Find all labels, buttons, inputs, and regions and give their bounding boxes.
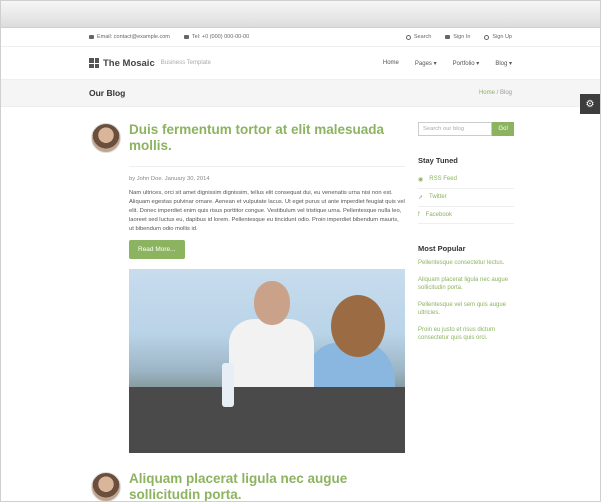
popular-posts-list: Pellentesque consectetur lectus. Aliquam… xyxy=(418,259,514,343)
photo-man-head xyxy=(254,281,290,325)
breadcrumb-home[interactable]: Home xyxy=(479,90,495,96)
search-icon xyxy=(405,34,411,40)
page-title-bar: Our Blog Home / Blog xyxy=(1,80,600,107)
popular-post-link[interactable]: Pellentesque consectetur lectus. xyxy=(418,259,514,268)
signin-link[interactable]: Sign In xyxy=(445,34,470,40)
email-text: Email: contact@example.com xyxy=(97,34,170,40)
browser-chrome xyxy=(1,1,600,28)
photo-woman-head xyxy=(331,295,385,357)
read-more-button[interactable]: Read More... xyxy=(129,240,185,259)
envelope-icon xyxy=(89,35,94,39)
nav-menu: Home Pages ▾ Portfolio ▾ Blog ▾ xyxy=(383,60,512,67)
blog-post: Duis fermentum tortor at elit malesuada … xyxy=(89,122,405,453)
search-link[interactable]: Search xyxy=(405,34,432,40)
post-excerpt: Nam ultrices, orci sit amet dignissim di… xyxy=(129,190,405,232)
signup-label: Sign Up xyxy=(492,34,512,40)
main-navbar: The Mosaic Business Template Home Pages … xyxy=(1,47,600,80)
rss-link[interactable]: ◉ RSS Feed xyxy=(418,171,514,189)
nav-pages[interactable]: Pages ▾ xyxy=(415,60,437,67)
brand-name: The Mosaic xyxy=(103,57,155,69)
popular-post-link[interactable]: Aliquam placerat ligula nec augue sollic… xyxy=(418,276,514,293)
search-input[interactable]: Search our blog xyxy=(418,122,493,136)
blog-search: Search our blog Go! xyxy=(418,122,514,136)
nav-blog[interactable]: Blog ▾ xyxy=(495,60,512,67)
phone-contact: Tel: +0 (000) 000-00-00 xyxy=(183,34,250,40)
twitter-icon: ➚ xyxy=(418,195,424,201)
browser-frame: Email: contact@example.com Tel: +0 (000)… xyxy=(0,0,601,502)
photo-table xyxy=(129,387,405,453)
blog-post: Aliquam placerat ligula nec augue sollic… xyxy=(89,471,405,501)
twitter-label: Twitter xyxy=(429,194,447,200)
post-title[interactable]: Duis fermentum tortor at elit malesuada … xyxy=(129,122,405,154)
search-label: Search xyxy=(413,34,432,40)
popular-post-link[interactable]: Pellentesque vel sem quis augue ultricie… xyxy=(418,301,514,318)
user-icon xyxy=(484,34,490,40)
brand-tagline: Business Template xyxy=(160,60,211,66)
facebook-link[interactable]: f Facebook xyxy=(418,207,514,224)
tel-text: Tel: +0 (000) 000-00-00 xyxy=(191,34,250,40)
signup-link[interactable]: Sign Up xyxy=(484,34,512,40)
email-contact[interactable]: Email: contact@example.com xyxy=(89,34,170,40)
breadcrumb: Home / Blog xyxy=(479,90,512,96)
phone-icon xyxy=(183,35,189,39)
breadcrumb-separator: / xyxy=(496,90,499,96)
signin-icon xyxy=(445,35,451,39)
page-title: Our Blog xyxy=(89,88,126,98)
brand-logo[interactable]: The Mosaic Business Template xyxy=(89,58,211,69)
photo-bottle xyxy=(222,363,234,407)
post-meta: by John Doe. January 30, 2014 xyxy=(129,166,405,182)
post-image xyxy=(129,269,405,453)
author-avatar xyxy=(91,123,121,153)
top-contact-bar: Email: contact@example.com Tel: +0 (000)… xyxy=(1,28,600,47)
blog-sidebar: Search our blog Go! Stay Tuned ◉ RSS Feed… xyxy=(418,122,514,351)
breadcrumb-current: Blog xyxy=(499,90,512,96)
rss-label: RSS Feed xyxy=(429,176,457,182)
nav-portfolio[interactable]: Portfolio ▾ xyxy=(453,60,480,67)
popular-post-link[interactable]: Proin eu justo et risus dictum consectet… xyxy=(418,326,514,343)
signin-label: Sign In xyxy=(453,34,471,40)
search-go-button[interactable]: Go! xyxy=(492,122,514,136)
post-title[interactable]: Aliquam placerat ligula nec augue sollic… xyxy=(129,471,405,501)
social-links: ◉ RSS Feed ➚ Twitter f Facebook xyxy=(418,171,514,224)
most-popular-heading: Most Popular xyxy=(418,244,466,253)
author-avatar xyxy=(91,472,121,501)
stay-tuned-heading: Stay Tuned xyxy=(418,156,458,165)
twitter-link[interactable]: ➚ Twitter xyxy=(418,189,514,207)
mosaic-logo-icon xyxy=(89,58,99,68)
rss-icon: ◉ xyxy=(418,177,424,183)
settings-gear-icon[interactable]: ⚙ xyxy=(580,94,600,114)
nav-home[interactable]: Home xyxy=(383,60,399,67)
facebook-label: Facebook xyxy=(425,212,453,218)
facebook-icon: f xyxy=(418,212,420,218)
